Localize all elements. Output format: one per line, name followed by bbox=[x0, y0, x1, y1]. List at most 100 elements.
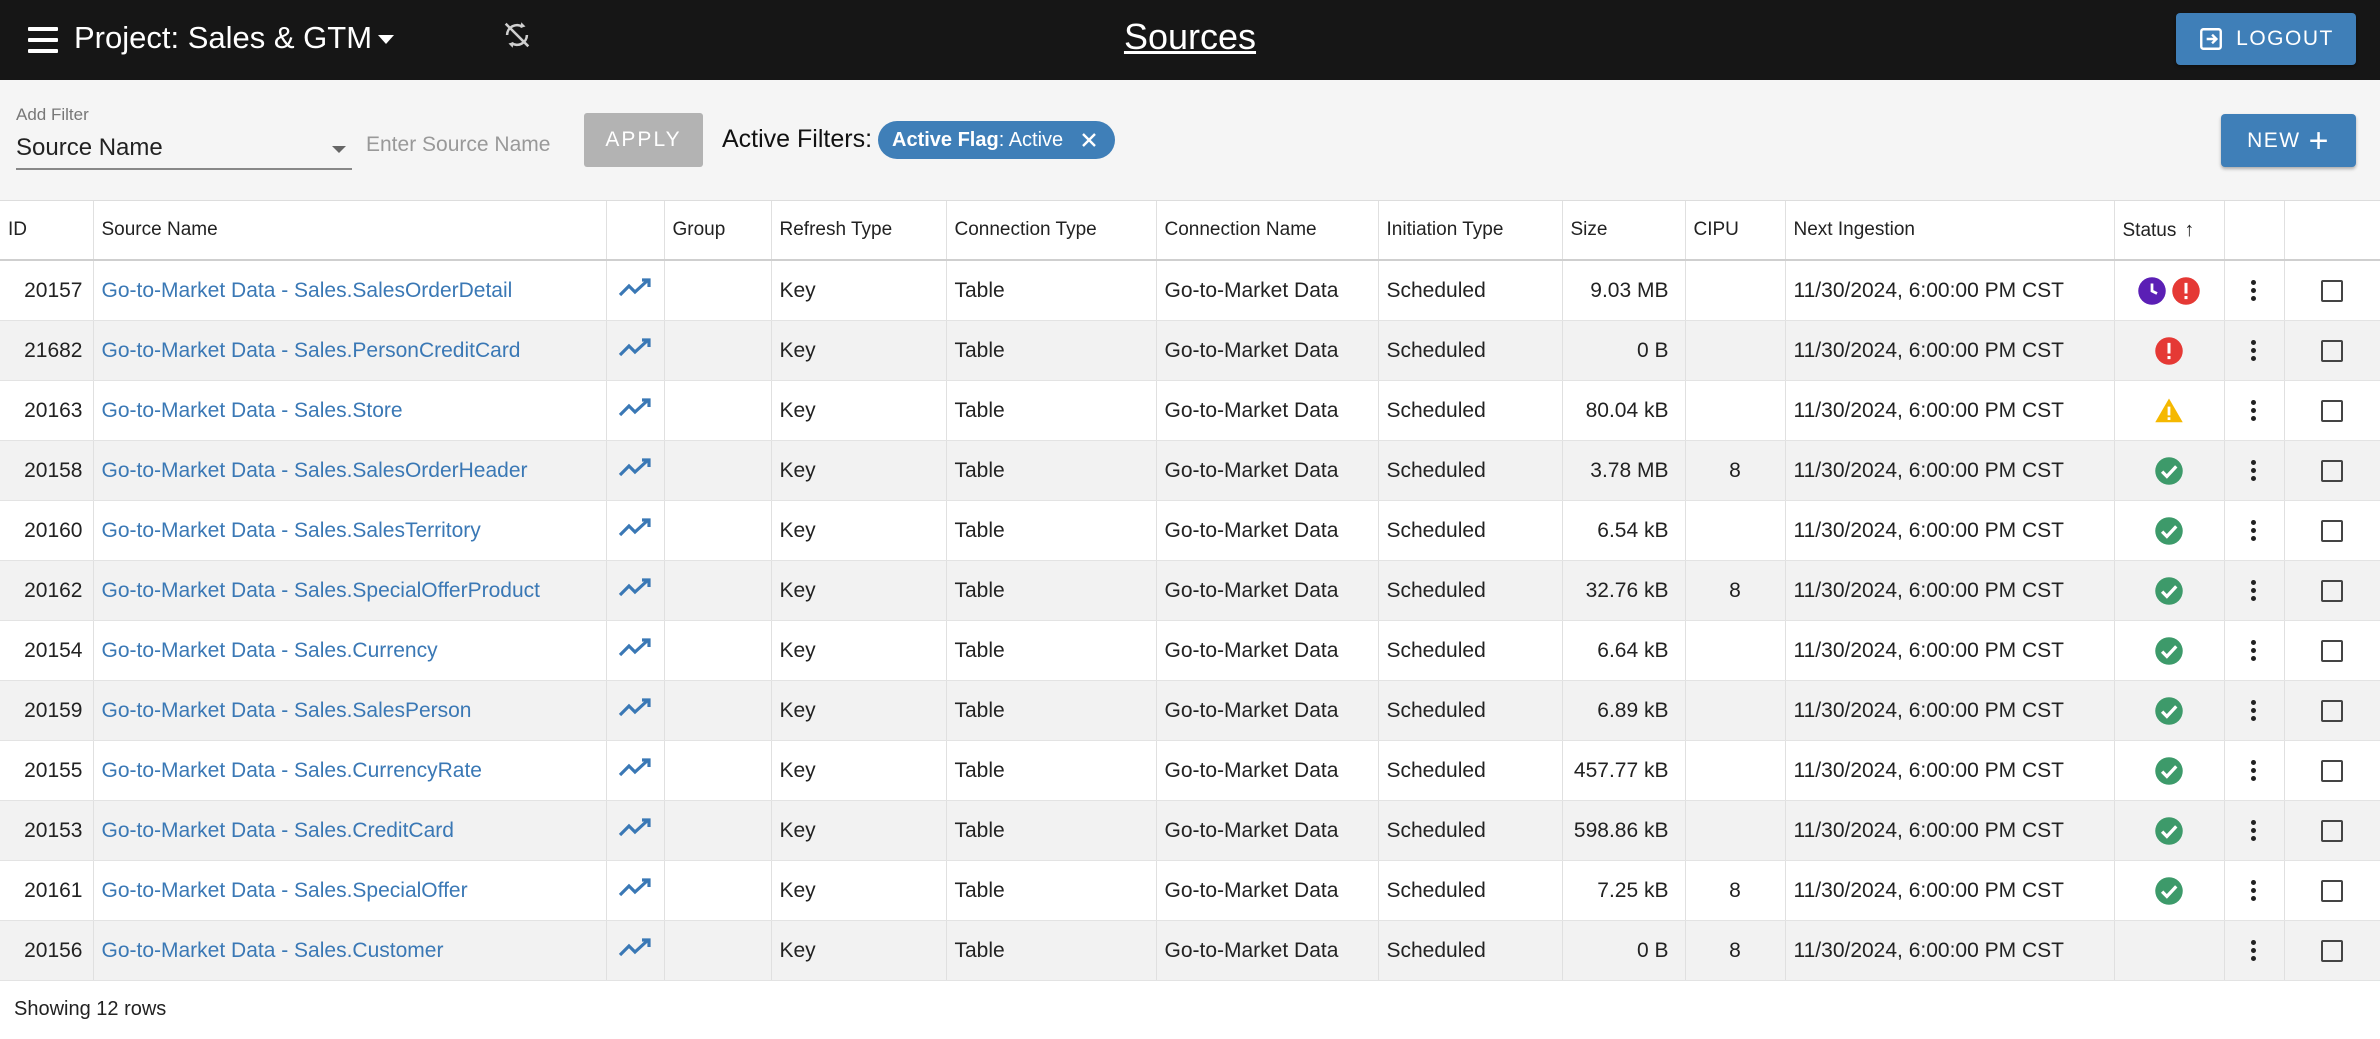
row-checkbox[interactable] bbox=[2321, 579, 2343, 602]
table-row[interactable]: 20161 Go-to-Market Data - Sales.SpecialOf… bbox=[0, 860, 2380, 921]
more-vertical-icon[interactable] bbox=[2251, 637, 2257, 664]
source-link[interactable]: Go-to-Market Data - Sales.Store bbox=[102, 399, 403, 422]
table-row[interactable]: 20159 Go-to-Market Data - Sales.SalesPers… bbox=[0, 680, 2380, 741]
trending-up-icon[interactable] bbox=[618, 337, 652, 359]
row-checkbox[interactable] bbox=[2321, 699, 2343, 722]
trending-up-icon[interactable] bbox=[618, 817, 652, 839]
source-link[interactable]: Go-to-Market Data - Sales.SalesPerson bbox=[102, 699, 472, 722]
row-checkbox[interactable] bbox=[2321, 639, 2343, 662]
cell-next-ingestion: 11/30/2024, 6:00:00 PM CST bbox=[1785, 260, 2115, 321]
project-selector[interactable]: Project: Sales & GTM bbox=[74, 20, 395, 56]
cell-connection-name: Go-to-Market Data bbox=[1156, 860, 1379, 921]
cell-group bbox=[664, 260, 772, 321]
more-vertical-icon[interactable] bbox=[2251, 517, 2257, 544]
row-checkbox[interactable] bbox=[2321, 759, 2343, 782]
row-checkbox[interactable] bbox=[2321, 939, 2343, 962]
source-link[interactable]: Go-to-Market Data - Sales.SpecialOfferPr… bbox=[102, 579, 540, 602]
trending-up-icon[interactable] bbox=[618, 877, 652, 899]
cell-connection-type: Table bbox=[946, 440, 1157, 501]
source-link[interactable]: Go-to-Market Data - Sales.SalesOrderHead… bbox=[102, 459, 528, 482]
source-link[interactable]: Go-to-Market Data - Sales.PersonCreditCa… bbox=[102, 339, 521, 362]
new-button[interactable]: NEW + bbox=[2221, 114, 2356, 167]
row-checkbox[interactable] bbox=[2321, 399, 2343, 422]
trending-up-icon[interactable] bbox=[618, 637, 652, 659]
source-link[interactable]: Go-to-Market Data - Sales.SpecialOffer bbox=[102, 879, 468, 902]
trending-up-icon[interactable] bbox=[618, 937, 652, 959]
more-vertical-icon[interactable] bbox=[2251, 877, 2257, 904]
more-vertical-icon[interactable] bbox=[2251, 757, 2257, 784]
col-refresh-type[interactable]: Refresh Type bbox=[771, 201, 947, 261]
col-cipu[interactable]: CIPU bbox=[1685, 201, 1786, 261]
trending-up-icon[interactable] bbox=[618, 277, 652, 299]
more-vertical-icon[interactable] bbox=[2251, 397, 2257, 424]
trending-up-icon[interactable] bbox=[618, 457, 652, 479]
source-link[interactable]: Go-to-Market Data - Sales.SalesOrderDeta… bbox=[102, 279, 513, 302]
row-checkbox[interactable] bbox=[2321, 879, 2343, 902]
col-initiation-type[interactable]: Initiation Type bbox=[1378, 201, 1563, 261]
filter-field-select[interactable]: Source Name bbox=[16, 130, 352, 170]
source-link[interactable]: Go-to-Market Data - Sales.Currency bbox=[102, 639, 438, 662]
source-link[interactable]: Go-to-Market Data - Sales.CreditCard bbox=[102, 819, 454, 842]
sync-disabled-icon[interactable] bbox=[500, 18, 534, 52]
row-checkbox[interactable] bbox=[2321, 459, 2343, 482]
trending-up-icon[interactable] bbox=[618, 757, 652, 779]
cell-source-name: Go-to-Market Data - Sales.CurrencyRate bbox=[93, 740, 607, 801]
more-vertical-icon[interactable] bbox=[2251, 277, 2257, 304]
source-link[interactable]: Go-to-Market Data - Sales.Customer bbox=[102, 939, 444, 962]
menu-icon[interactable] bbox=[28, 27, 58, 53]
col-id[interactable]: ID bbox=[0, 201, 94, 261]
col-size[interactable]: Size bbox=[1562, 201, 1686, 261]
more-vertical-icon[interactable] bbox=[2251, 937, 2257, 964]
trending-up-icon[interactable] bbox=[618, 397, 652, 419]
trending-up-icon[interactable] bbox=[618, 697, 652, 719]
more-vertical-icon[interactable] bbox=[2251, 817, 2257, 844]
row-checkbox[interactable] bbox=[2321, 339, 2343, 362]
logout-button[interactable]: LOGOUT bbox=[2176, 13, 2356, 65]
cell-actions bbox=[2224, 500, 2285, 561]
more-vertical-icon[interactable] bbox=[2251, 577, 2257, 604]
table-row[interactable]: 20156 Go-to-Market Data - Sales.Customer K… bbox=[0, 920, 2380, 981]
table-row[interactable]: 20160 Go-to-Market Data - Sales.SalesTerr… bbox=[0, 500, 2380, 561]
more-vertical-icon[interactable] bbox=[2251, 457, 2257, 484]
active-filter-chip[interactable]: Active Flag: Active bbox=[878, 121, 1116, 159]
cell-actions bbox=[2224, 260, 2285, 321]
table-row[interactable]: 20153 Go-to-Market Data - Sales.CreditCar… bbox=[0, 800, 2380, 861]
cell-group bbox=[664, 800, 772, 861]
col-status[interactable]: Status ↑ bbox=[2114, 201, 2225, 261]
table-row[interactable]: 21682 Go-to-Market Data - Sales.PersonCre… bbox=[0, 320, 2380, 381]
check-circle-icon bbox=[2155, 756, 2183, 785]
col-connection-type[interactable]: Connection Type bbox=[946, 201, 1157, 261]
table-row[interactable]: 20163 Go-to-Market Data - Sales.Store Key T… bbox=[0, 380, 2380, 441]
apply-button[interactable]: APPLY bbox=[584, 113, 703, 167]
row-checkbox[interactable] bbox=[2321, 519, 2343, 542]
cell-size: 598.86 kB bbox=[1562, 800, 1686, 861]
more-vertical-icon[interactable] bbox=[2251, 697, 2257, 724]
source-name-input[interactable] bbox=[364, 124, 578, 166]
error-icon bbox=[2155, 336, 2183, 365]
source-link[interactable]: Go-to-Market Data - Sales.CurrencyRate bbox=[102, 759, 482, 782]
cell-connection-type: Table bbox=[946, 500, 1157, 561]
cell-trend bbox=[606, 500, 665, 561]
col-connection-name[interactable]: Connection Name bbox=[1156, 201, 1379, 261]
arrow-up-icon[interactable]: ↑ bbox=[2184, 219, 2194, 242]
close-icon[interactable] bbox=[1079, 130, 1099, 150]
trending-up-icon[interactable] bbox=[618, 577, 652, 599]
col-group[interactable]: Group bbox=[664, 201, 772, 261]
table-row[interactable]: 20154 Go-to-Market Data - Sales.Currency K… bbox=[0, 620, 2380, 681]
source-link[interactable]: Go-to-Market Data - Sales.SalesTerritory bbox=[102, 519, 481, 542]
trending-up-icon[interactable] bbox=[618, 517, 652, 539]
table-row[interactable]: 20155 Go-to-Market Data - Sales.CurrencyR… bbox=[0, 740, 2380, 801]
row-checkbox[interactable] bbox=[2321, 819, 2343, 842]
cell-initiation-type: Scheduled bbox=[1378, 440, 1563, 501]
col-source-name[interactable]: Source Name bbox=[93, 201, 607, 261]
table-row[interactable]: 20158 Go-to-Market Data - Sales.SalesOrde… bbox=[0, 440, 2380, 501]
cell-source-name: Go-to-Market Data - Sales.CreditCard bbox=[93, 800, 607, 861]
more-vertical-icon[interactable] bbox=[2251, 337, 2257, 364]
table-row[interactable]: 20162 Go-to-Market Data - Sales.SpecialOf… bbox=[0, 560, 2380, 621]
cell-cipu: 8 bbox=[1685, 860, 1786, 921]
cell-actions bbox=[2224, 560, 2285, 621]
col-next-ingestion[interactable]: Next Ingestion bbox=[1785, 201, 2115, 261]
row-checkbox[interactable] bbox=[2321, 279, 2343, 302]
cell-trend bbox=[606, 740, 665, 801]
table-row[interactable]: 20157 Go-to-Market Data - Sales.SalesOrde… bbox=[0, 260, 2380, 321]
